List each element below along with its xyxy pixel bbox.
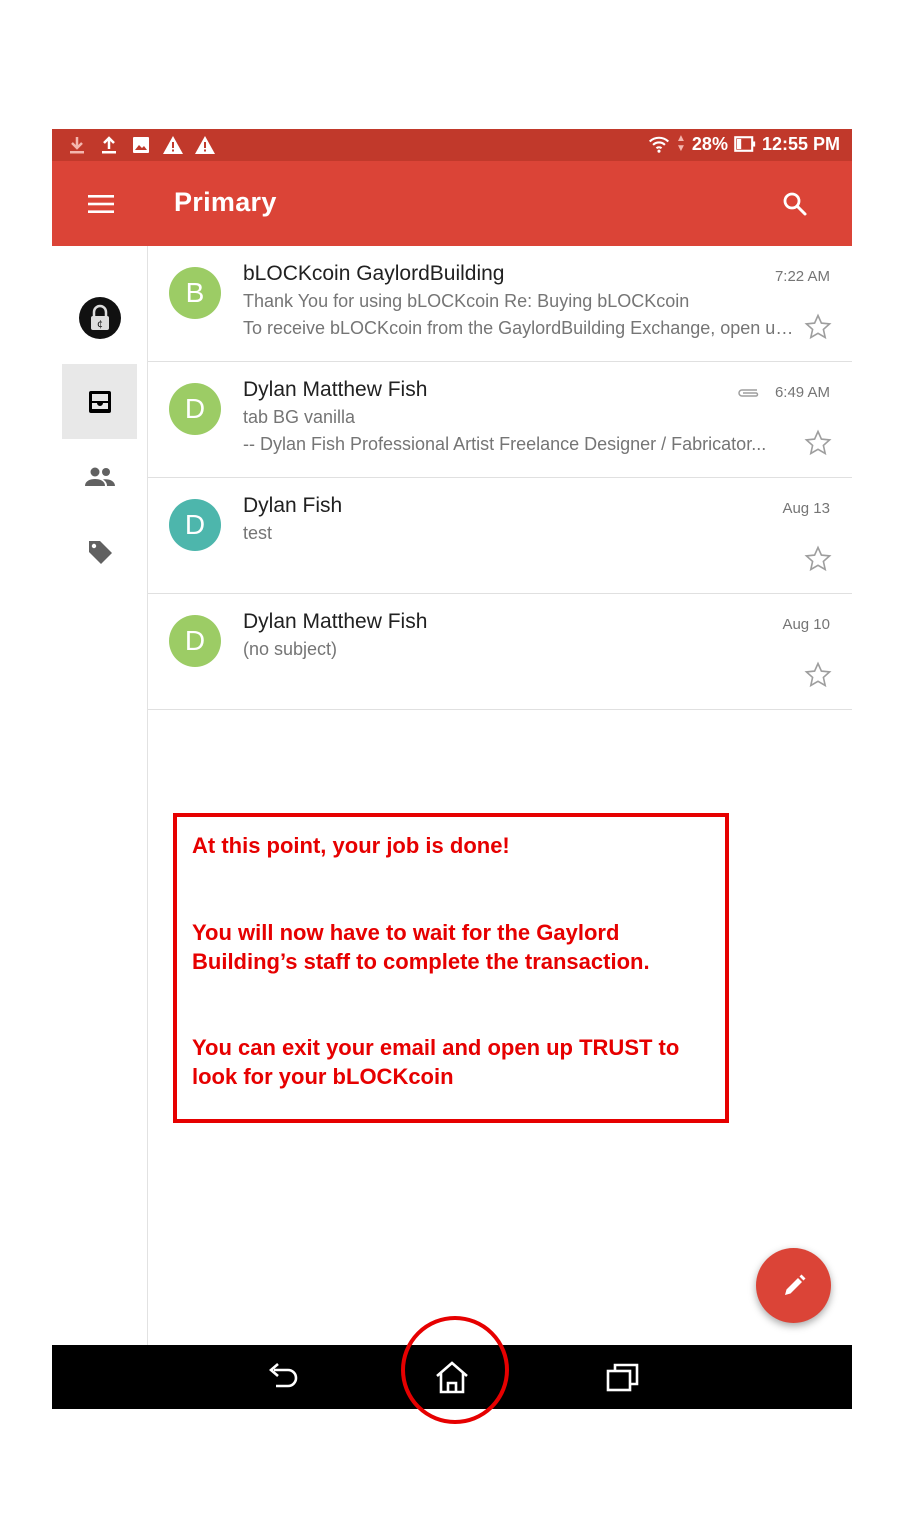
email-subject: tab BG vanilla [243, 407, 356, 427]
compose-button[interactable] [756, 1248, 831, 1323]
sender-avatar: D [169, 615, 221, 667]
email-date: Aug 13 [782, 500, 830, 517]
search-icon [783, 192, 807, 216]
sender-avatar: D [169, 499, 221, 551]
instruction-callout: At this point, your job is done! You wil… [173, 813, 729, 1123]
system-status: ▲ ▼ 28% 12:55 PM [648, 133, 840, 155]
email-row[interactable]: D Dylan Matthew Fish (no subject) Aug 10 [148, 594, 852, 710]
star-outline-icon [804, 545, 832, 572]
download-icon [66, 134, 88, 156]
account-avatar: ¢ [78, 296, 121, 339]
star-button[interactable] [804, 429, 832, 457]
star-button[interactable] [804, 661, 832, 689]
email-snippet: To receive bLOCKcoin from the GaylordBui… [243, 318, 803, 338]
home-icon [436, 1361, 468, 1394]
sender-name: Dylan Fish [243, 494, 343, 517]
navigation-rail: ¢ [52, 246, 148, 1345]
star-button[interactable] [804, 313, 832, 341]
sender-avatar: B [169, 267, 221, 319]
star-button[interactable] [804, 545, 832, 573]
system-navigation-bar [52, 1345, 852, 1409]
recent-apps-button[interactable] [598, 1355, 648, 1399]
callout-line-3: You can exit your email and open up TRUS… [192, 1035, 680, 1089]
back-icon [269, 1363, 298, 1388]
home-button[interactable] [427, 1355, 477, 1399]
rail-item-social[interactable] [62, 439, 137, 514]
data-arrows-icon: ▲ ▼ [676, 133, 686, 154]
status-bar: ▲ ▼ 28% 12:55 PM [52, 129, 852, 161]
upload-icon [98, 134, 120, 156]
lock-logo-icon: ¢ [90, 304, 109, 330]
sender-name: Dylan Matthew Fish [243, 610, 428, 633]
clock: 12:55 PM [761, 133, 840, 154]
attachment-indicator [736, 386, 762, 404]
battery-icon [734, 133, 756, 155]
warning-icon [194, 134, 216, 156]
email-subject: (no subject) [243, 639, 338, 659]
page-title: Primary [174, 187, 277, 217]
email-date: Aug 10 [782, 616, 830, 633]
email-row[interactable]: BbLOCKcoin GaylordBuilding Thank You for … [148, 246, 852, 362]
tag-icon [88, 540, 112, 564]
email-subject: Thank You for using bLOCKcoin Re: Buying… [243, 291, 690, 311]
people-icon [84, 467, 115, 486]
notification-icons [66, 134, 216, 156]
recent-apps-icon [606, 1363, 639, 1392]
sender-avatar: D [169, 383, 221, 435]
callout-line-1: At this point, your job is done! [192, 833, 510, 858]
email-date: 6:49 AM [774, 384, 830, 401]
sender-name: bLOCKcoin GaylordBuilding [243, 262, 505, 285]
sender-name: Dylan Matthew Fish [243, 378, 428, 401]
app-bar: Primary [52, 161, 852, 246]
email-subject: test [243, 523, 273, 543]
email-row[interactable]: D Dylan Fish test Aug 13 [148, 478, 852, 594]
svg-text:¢: ¢ [96, 319, 102, 330]
email-date: 7:22 AM [774, 268, 830, 285]
attachment-icon [738, 389, 759, 397]
back-button[interactable] [258, 1355, 308, 1399]
warning-icon [162, 134, 184, 156]
star-outline-icon [804, 313, 832, 340]
star-outline-icon [804, 661, 832, 688]
email-snippet: -- Dylan Fish Professional Artist Freela… [243, 434, 767, 454]
menu-button[interactable] [80, 183, 122, 225]
email-row[interactable]: D Dylan Matthew Fish tab BG vanilla -- Dyla… [148, 362, 852, 478]
rail-item-promotions[interactable] [62, 514, 137, 589]
star-outline-icon [804, 429, 832, 456]
rail-item-inbox[interactable] [62, 364, 137, 439]
hamburger-menu-icon [88, 195, 114, 213]
wifi-icon [648, 133, 670, 155]
account-switcher[interactable]: ¢ [62, 280, 137, 355]
device-screen: ▲ ▼ 28% 12:55 PM Primary ¢ B bLOCKcoin G… [52, 129, 852, 1409]
battery-percent: 28% [691, 133, 728, 154]
pencil-icon [784, 1274, 805, 1295]
callout-line-2: You will now have to wait for the Gaylor… [192, 920, 650, 974]
image-icon [130, 134, 152, 156]
inbox-icon [88, 390, 111, 413]
search-button[interactable] [774, 183, 816, 225]
email-list: BbLOCKcoin GaylordBuilding Thank You for … [148, 246, 852, 710]
